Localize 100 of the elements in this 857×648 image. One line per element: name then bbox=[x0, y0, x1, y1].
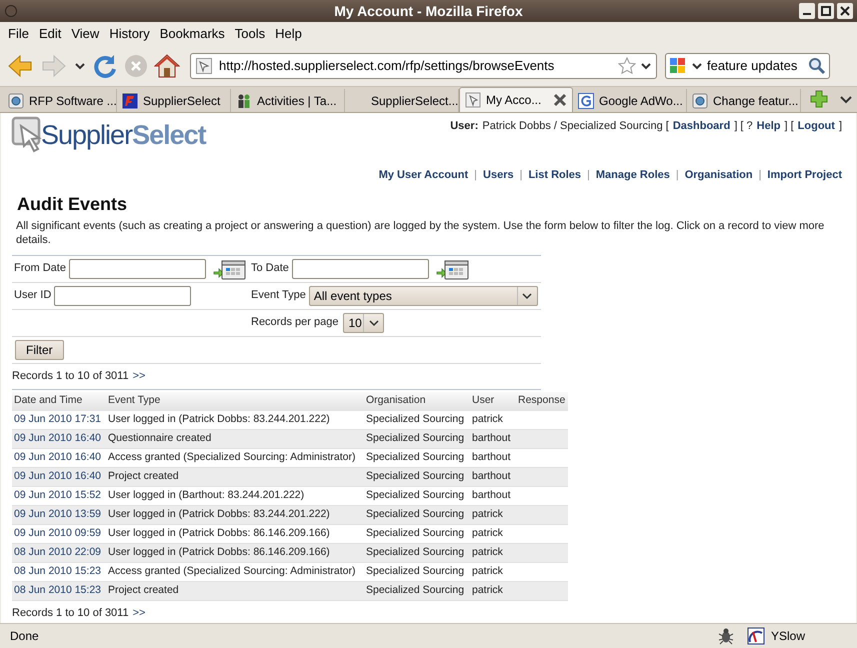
column-header[interactable]: Response bbox=[518, 394, 566, 406]
nav-link[interactable]: Import Project bbox=[767, 167, 842, 184]
menu-item[interactable]: Help bbox=[271, 24, 306, 44]
menu-item[interactable]: File bbox=[4, 24, 33, 44]
close-icon[interactable] bbox=[837, 3, 853, 19]
close-icon[interactable] bbox=[553, 93, 567, 107]
menu-item[interactable]: Tools bbox=[230, 24, 270, 44]
table-cell: Specialized Sourcing bbox=[366, 584, 464, 596]
home-icon[interactable] bbox=[154, 52, 180, 78]
page-icon bbox=[8, 92, 24, 108]
table-cell: User logged in (Patrick Dobbs: 86.146.209.166) bbox=[108, 526, 330, 539]
menu-item[interactable]: View bbox=[67, 24, 104, 44]
table-cell: patrick bbox=[472, 526, 503, 539]
table-cell: Specialized Sourcing bbox=[366, 508, 464, 520]
header-link[interactable]: Logout bbox=[798, 118, 835, 134]
chevron-down-icon[interactable] bbox=[74, 62, 86, 70]
event-type-select[interactable]: All event types bbox=[308, 286, 538, 306]
table-row[interactable]: 09 Jun 2010 15:52 User logged in (Barthout: 83.244.201.222) Specialized Sourcing barthout bbox=[12, 486, 568, 506]
calendar-icon[interactable] bbox=[212, 258, 247, 280]
nav-link[interactable]: Organisation bbox=[684, 167, 753, 184]
search-text: feature updates bbox=[707, 56, 798, 75]
table-row[interactable]: 09 Jun 2010 16:40 Access granted (Specialized Sourcing: Administrator) Specialized Sourcing barthout bbox=[12, 448, 568, 468]
column-header[interactable]: Organisation bbox=[366, 394, 426, 406]
date-field[interactable] bbox=[292, 258, 429, 278]
table-cell: Specialized Sourcing bbox=[366, 470, 464, 482]
table-row[interactable]: 08 Jun 2010 22:09 User logged in (Patrick Dobbs: 86.146.209.166) Specialized Sourcing patrick bbox=[12, 544, 568, 562]
next-page-link[interactable]: >> bbox=[132, 368, 146, 384]
table-cell: patrick bbox=[472, 546, 503, 558]
records-count-text: Records 1 to 10 of 3011 bbox=[12, 368, 129, 384]
user-id-field[interactable] bbox=[54, 286, 192, 306]
table-row[interactable]: 09 Jun 2010 09:59 User logged in (Patrick Dobbs: 86.146.209.166) Specialized Sourcing patrick bbox=[12, 524, 568, 544]
header-text: Patrick Dobbs / Specialized Sourcing [ bbox=[482, 118, 669, 134]
bug-icon[interactable] bbox=[716, 627, 735, 645]
separator-text: | bbox=[474, 168, 478, 183]
gauge-icon[interactable] bbox=[746, 627, 765, 645]
table-cell: User logged in (Patrick Dobbs: 86.146.209.166) bbox=[108, 546, 330, 558]
header-link[interactable]: Dashboard bbox=[672, 118, 730, 134]
records-per-page-select[interactable]: 10 bbox=[343, 312, 384, 332]
table-cell: Specialized Sourcing bbox=[366, 564, 464, 577]
user-label: User: bbox=[450, 118, 478, 134]
nav-link[interactable]: Manage Roles bbox=[596, 167, 670, 184]
nav-link[interactable]: My User Account bbox=[378, 167, 468, 184]
header-link[interactable]: Help bbox=[756, 118, 780, 134]
column-header[interactable]: Event Type bbox=[108, 394, 160, 406]
records-count-text: Records 1 to 10 of 3011 bbox=[12, 606, 129, 622]
nav-link[interactable]: Users bbox=[483, 167, 514, 184]
g-letter-icon bbox=[578, 92, 594, 108]
table-cell: Specialized Sourcing bbox=[366, 488, 464, 501]
field-label: From Date bbox=[14, 261, 66, 276]
column-header[interactable]: User bbox=[472, 394, 494, 406]
intro-text: All significant events (such as creating a project or answering a question) are logged by the system. Use the form below to filter the log. Click on a record to view more details. bbox=[16, 218, 826, 246]
minimize-icon[interactable] bbox=[799, 3, 815, 19]
menu-item[interactable]: History bbox=[105, 24, 154, 44]
search-field[interactable]: feature updates bbox=[665, 52, 830, 78]
table-cell: barthout bbox=[472, 488, 511, 501]
table-cell: 08 Jun 2010 22:09 bbox=[14, 546, 101, 558]
logo-text: SupplierSelect bbox=[41, 118, 206, 152]
table-cell: 09 Jun 2010 09:59 bbox=[14, 526, 101, 539]
search-icon[interactable] bbox=[808, 56, 826, 74]
new-tab-plus-icon[interactable] bbox=[809, 89, 829, 109]
window-title: My Account - Mozilla Firefox bbox=[334, 2, 523, 21]
table-row[interactable]: 09 Jun 2010 16:40 Questionnaire created Specialized Sourcing barthout bbox=[12, 430, 568, 448]
table-row[interactable]: 09 Jun 2010 13:59 User logged in (Patrick Dobbs: 83.244.201.222) Specialized Sourcing patrick bbox=[12, 506, 568, 524]
filter-button[interactable]: Filter bbox=[15, 340, 64, 360]
logo-icon bbox=[122, 92, 138, 108]
star-icon[interactable] bbox=[618, 56, 636, 74]
field-label: To Date bbox=[251, 261, 289, 276]
addon-label[interactable]: YSlow bbox=[770, 627, 805, 645]
column-header[interactable]: Date and Time bbox=[14, 394, 82, 406]
table-cell: Project created bbox=[108, 584, 179, 596]
field-label: Records per page bbox=[251, 315, 338, 330]
table-cell: 08 Jun 2010 15:23 bbox=[14, 564, 101, 577]
header-text: ] [ bbox=[784, 118, 794, 134]
date-field[interactable] bbox=[68, 258, 206, 278]
maximize-icon[interactable] bbox=[818, 3, 834, 19]
reload-icon[interactable] bbox=[92, 52, 118, 78]
menu-item[interactable]: Bookmarks bbox=[156, 24, 229, 44]
table-cell: User logged in (Patrick Dobbs: 83.244.201.222) bbox=[108, 508, 330, 520]
table-row[interactable]: 09 Jun 2010 16:40 Project created Specialized Sourcing barthout bbox=[12, 468, 568, 486]
table-cell: patrick bbox=[472, 564, 503, 577]
calendar-icon[interactable] bbox=[436, 258, 470, 280]
table-cell: patrick bbox=[472, 412, 503, 425]
next-page-link[interactable]: >> bbox=[132, 605, 146, 622]
browser-tab[interactable]: My Acco... bbox=[459, 87, 573, 112]
table-row[interactable]: 08 Jun 2010 15:23 Project created Specialized Sourcing patrick bbox=[12, 582, 568, 600]
table-row[interactable]: 08 Jun 2010 15:23 Access granted (Specialized Sourcing: Administrator) Specialized Sourcing patrick bbox=[12, 562, 568, 582]
nav-link[interactable]: List Roles bbox=[528, 167, 582, 184]
table-cell: 09 Jun 2010 13:59 bbox=[14, 508, 101, 520]
table-row[interactable]: 09 Jun 2010 17:31 User logged in (Patrick Dobbs: 83.244.201.222) Specialized Sourcing patrick bbox=[12, 410, 568, 430]
table-cell: barthout bbox=[472, 450, 511, 463]
table-cell: 09 Jun 2010 16:40 bbox=[14, 470, 101, 482]
field-label: Event Type bbox=[251, 288, 306, 304]
table-cell: Access granted (Specialized Sourcing: Administrator) bbox=[108, 450, 356, 463]
address-bar[interactable]: http://hosted.supplierselect.com/rfp/settings/browseEvents bbox=[190, 52, 657, 78]
table-cell: Specialized Sourcing bbox=[366, 432, 464, 444]
status-text: Done bbox=[10, 628, 39, 645]
menu-item[interactable]: Edit bbox=[34, 24, 66, 44]
page-heading: Audit Events bbox=[17, 192, 128, 214]
page-icon bbox=[692, 92, 708, 108]
page-icon bbox=[465, 92, 481, 108]
